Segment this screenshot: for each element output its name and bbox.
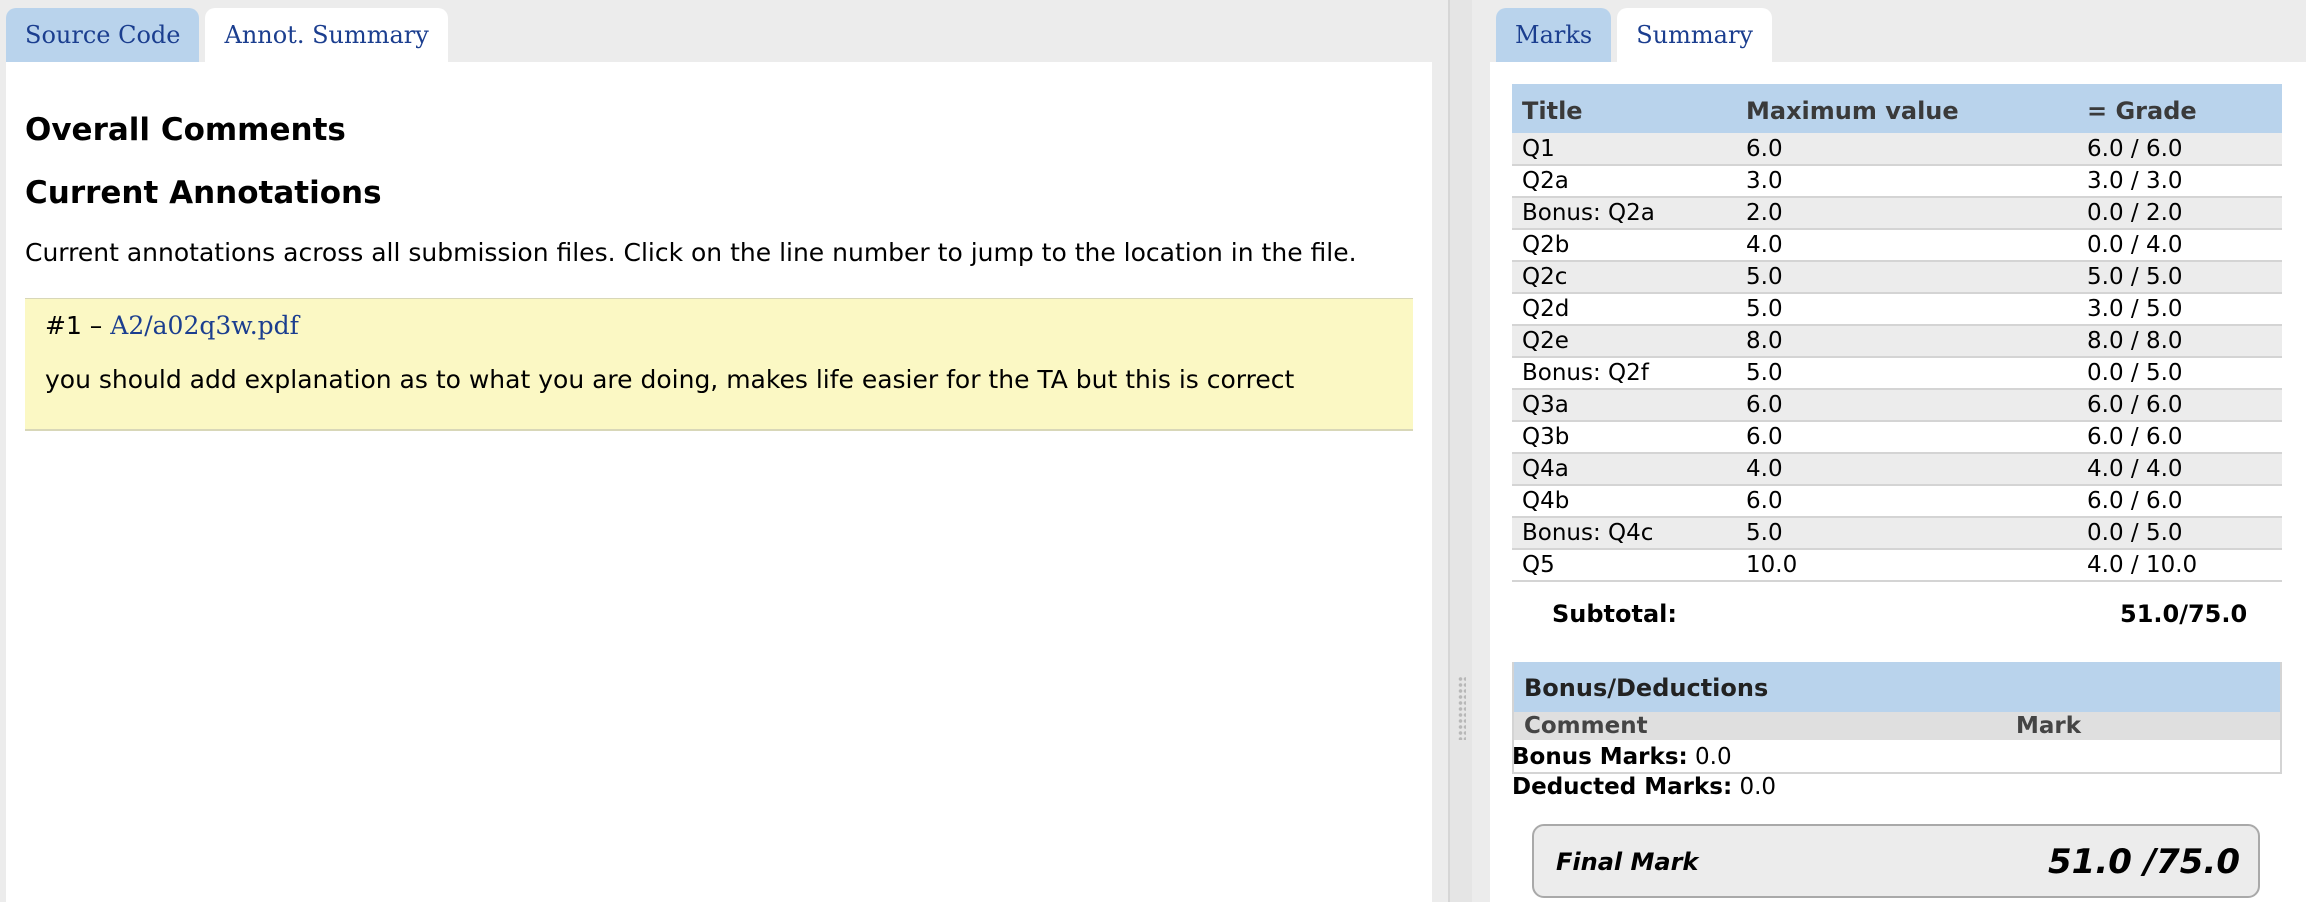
row-max-value: 3.0 — [1736, 165, 2077, 198]
subtotal-label: Subtotal: — [1552, 600, 1678, 628]
left-tab-bar: Source Code Annot. Summary — [6, 8, 448, 62]
annotation-item: #1 – A2/a02q3w.pdf you should add explan… — [25, 298, 1413, 431]
splitter-grip-icon[interactable] — [1458, 676, 1466, 740]
row-max-value: 6.0 — [1736, 389, 2077, 422]
row-title: Q2b — [1512, 229, 1736, 262]
row-title: Bonus: Q4c — [1512, 517, 1736, 550]
pane-splitter[interactable] — [1448, 0, 1472, 902]
table-row: Q2d 5.0 3.0 / 5.0 — [1512, 293, 2282, 326]
bonus-deductions-heading: Bonus/Deductions — [1514, 662, 2280, 712]
row-grade: 4.0 / 4.0 — [2077, 453, 2282, 486]
tab-source-code[interactable]: Source Code — [6, 8, 200, 62]
bonus-marks-label: Bonus Marks: — [1512, 744, 1688, 770]
deducted-marks-label: Deducted Marks: — [1512, 774, 1733, 800]
bonus-marks-value: 0.0 — [1695, 744, 1732, 770]
row-title: Q5 — [1512, 549, 1736, 582]
marks-pane: Marks Summary Title Maximum value = Grad… — [1490, 0, 2306, 902]
annotations-intro-text: Current annotations across all submissio… — [25, 238, 1357, 267]
col-title-header: Title — [1512, 84, 1736, 133]
annot-summary-panel: Overall Comments Current Annotations Cur… — [6, 62, 1432, 902]
table-row: Q4a 4.0 4.0 / 4.0 — [1512, 453, 2282, 486]
bonus-marks-line: Bonus Marks: 0.0 — [1512, 744, 1732, 770]
row-grade: 8.0 / 8.0 — [2077, 325, 2282, 358]
tab-marks[interactable]: Marks — [1496, 8, 1612, 62]
table-row: Q3b 6.0 6.0 / 6.0 — [1512, 421, 2282, 454]
row-grade: 4.0 / 10.0 — [2077, 549, 2282, 582]
table-row: Q2a 3.0 3.0 / 3.0 — [1512, 165, 2282, 198]
row-title: Q3b — [1512, 421, 1736, 454]
row-max-value: 5.0 — [1736, 357, 2077, 390]
row-max-value: 10.0 — [1736, 549, 2077, 582]
row-max-value: 6.0 — [1736, 133, 2077, 166]
table-row: Q1 6.0 6.0 / 6.0 — [1512, 133, 2282, 166]
table-row: Q5 10.0 4.0 / 10.0 — [1512, 549, 2282, 582]
row-max-value: 5.0 — [1736, 517, 2077, 550]
annotation-header: #1 – A2/a02q3w.pdf — [45, 311, 299, 340]
row-grade: 6.0 / 6.0 — [2077, 133, 2282, 166]
row-max-value: 2.0 — [1736, 197, 2077, 230]
final-mark-box: Final Mark 51.0 /75.0 — [1532, 824, 2260, 898]
row-title: Q4a — [1512, 453, 1736, 486]
row-grade: 3.0 / 3.0 — [2077, 165, 2282, 198]
row-max-value: 6.0 — [1736, 421, 2077, 454]
row-title: Q2d — [1512, 293, 1736, 326]
current-annotations-heading: Current Annotations — [25, 175, 382, 211]
row-grade: 6.0 / 6.0 — [2077, 485, 2282, 518]
col-grade-header: = Grade — [2077, 84, 2282, 133]
row-max-value: 6.0 — [1736, 485, 2077, 518]
row-grade: 6.0 / 6.0 — [2077, 389, 2282, 422]
row-grade: 0.0 / 4.0 — [2077, 229, 2282, 262]
right-tab-bar: Marks Summary — [1496, 8, 1772, 62]
row-title: Q2e — [1512, 325, 1736, 358]
row-grade: 3.0 / 5.0 — [2077, 293, 2282, 326]
table-header-row: Title Maximum value = Grade — [1512, 84, 2282, 133]
row-title: Q4b — [1512, 485, 1736, 518]
final-mark-value: 51.0 /75.0 — [2047, 842, 2240, 882]
row-title: Q3a — [1512, 389, 1736, 422]
bonus-deductions-columns: Comment Mark — [1514, 712, 2280, 740]
row-title: Bonus: Q2f — [1512, 357, 1736, 390]
row-max-value: 4.0 — [1736, 453, 2077, 486]
table-row: Q4b 6.0 6.0 / 6.0 — [1512, 485, 2282, 518]
table-row: Bonus: Q2f 5.0 0.0 / 5.0 — [1512, 357, 2282, 390]
row-grade: 0.0 / 5.0 — [2077, 357, 2282, 390]
row-max-value: 5.0 — [1736, 293, 2077, 326]
row-title: Q2a — [1512, 165, 1736, 198]
table-row: Q2e 8.0 8.0 / 8.0 — [1512, 325, 2282, 358]
table-row: Bonus: Q2a 2.0 0.0 / 2.0 — [1512, 197, 2282, 230]
row-grade: 0.0 / 5.0 — [2077, 517, 2282, 550]
row-title: Q1 — [1512, 133, 1736, 166]
summary-panel: Title Maximum value = Grade Q1 6.0 6.0 / 6… — [1490, 62, 2306, 902]
deducted-marks-value: 0.0 — [1739, 774, 1777, 800]
row-grade: 0.0 / 2.0 — [2077, 197, 2282, 230]
row-title: Bonus: Q2a — [1512, 197, 1736, 230]
row-max-value: 4.0 — [1736, 229, 2077, 262]
row-grade: 5.0 / 5.0 — [2077, 261, 2282, 294]
row-title: Q2c — [1512, 261, 1736, 294]
deducted-marks-line: Deducted Marks: 0.0 — [1512, 774, 1776, 800]
final-mark-label: Final Mark — [1556, 848, 1699, 876]
annotation-text: you should add explanation as to what yo… — [45, 365, 1295, 394]
table-row: Q2b 4.0 0.0 / 4.0 — [1512, 229, 2282, 262]
tab-summary[interactable]: Summary — [1617, 8, 1772, 62]
row-max-value: 8.0 — [1736, 325, 2077, 358]
annotations-pane: Source Code Annot. Summary Overall Comme… — [0, 0, 1432, 902]
marks-summary-table: Title Maximum value = Grade Q1 6.0 6.0 / 6… — [1512, 84, 2282, 582]
table-row: Q3a 6.0 6.0 / 6.0 — [1512, 389, 2282, 422]
table-row: Bonus: Q4c 5.0 0.0 / 5.0 — [1512, 517, 2282, 550]
annotation-number: #1 – — [45, 311, 103, 340]
annotation-file-link[interactable]: A2/a02q3w.pdf — [110, 311, 299, 340]
table-row: Q2c 5.0 5.0 / 5.0 — [1512, 261, 2282, 294]
col-max-header: Maximum value — [1736, 84, 2077, 133]
col-comment-header: Comment — [1524, 713, 1648, 739]
subtotal-value: 51.0/75.0 — [2120, 600, 2248, 628]
row-grade: 6.0 / 6.0 — [2077, 421, 2282, 454]
overall-comments-heading: Overall Comments — [25, 112, 346, 148]
tab-annot-summary[interactable]: Annot. Summary — [205, 8, 448, 62]
row-max-value: 5.0 — [1736, 261, 2077, 294]
col-mark-header: Mark — [2016, 713, 2082, 739]
